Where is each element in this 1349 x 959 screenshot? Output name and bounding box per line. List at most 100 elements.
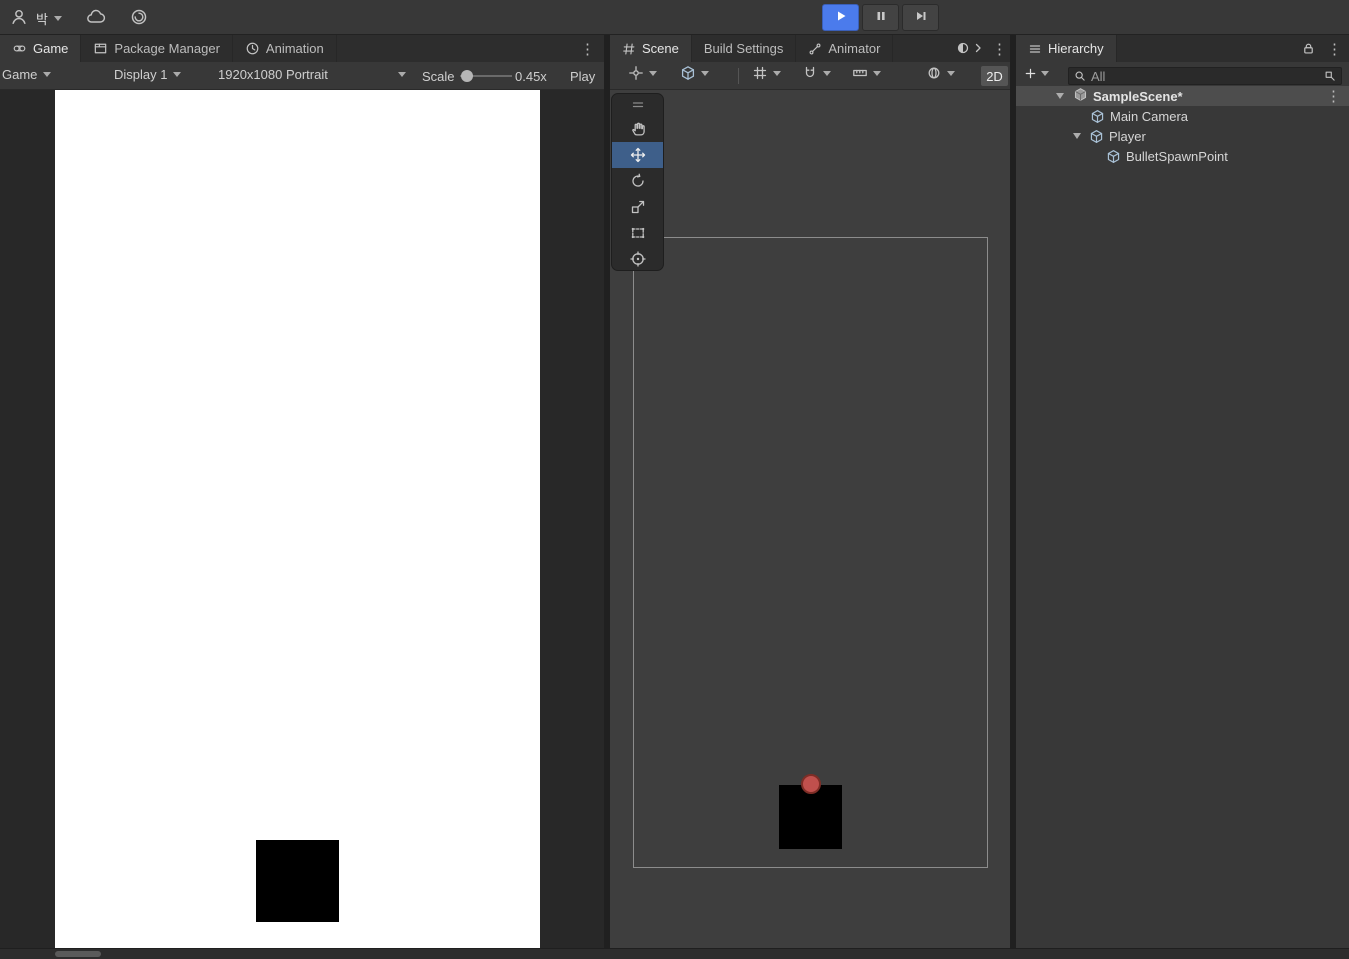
item-label: Main Camera (1110, 108, 1189, 124)
transform-icon (629, 251, 646, 267)
cube-pivot-icon (680, 65, 696, 81)
status-bar (0, 948, 1349, 959)
cloud-services-button[interactable] (82, 4, 110, 30)
tab-build-settings[interactable]: Build Settings (691, 35, 797, 62)
account-button[interactable] (6, 4, 32, 30)
tab-hierarchy[interactable]: Hierarchy (1016, 35, 1117, 62)
hierarchy-tree: SampleScene* ⋮ Main Camera Player Bullet… (1016, 86, 1349, 948)
game-tab-menu-button[interactable]: ⋮ (580, 42, 595, 57)
scene-asset-icon (1073, 87, 1088, 105)
hierarchy-item-bullet-spawn-point[interactable]: BulletSpawnPoint (1016, 146, 1349, 166)
chevron-down-icon (701, 70, 709, 76)
hierarchy-search-field[interactable]: All (1068, 67, 1342, 85)
rotate-tool[interactable] (612, 168, 663, 194)
foldout-icon[interactable] (1056, 93, 1064, 99)
collab-icon (130, 8, 148, 26)
game-view-toolbar: Game Display 1 1920x1080 Portrait Scale … (0, 62, 604, 90)
view-hand-tool[interactable] (612, 116, 663, 142)
scene-item-menu-button[interactable]: ⋮ (1326, 89, 1341, 104)
item-label: BulletSpawnPoint (1126, 148, 1228, 164)
tool-handle-dropdown[interactable] (628, 65, 657, 81)
play-icon (834, 9, 848, 26)
player-square-rendered (256, 840, 339, 922)
scene-view-toolbar: 2D (610, 62, 1010, 90)
move-tool[interactable] (612, 142, 663, 168)
move-icon (630, 147, 646, 163)
hierarchy-tabbar: Hierarchy ⋮ (1016, 35, 1349, 62)
toolbar-separator (738, 68, 739, 84)
game-view-dropdown[interactable]: Game (2, 67, 52, 82)
pause-button[interactable] (862, 4, 899, 31)
tab-label: Scene (642, 41, 679, 56)
gameobject-cube-icon (1106, 149, 1121, 164)
scene-tool-palette (611, 93, 664, 271)
snap-magnet-icon (802, 65, 818, 81)
create-object-button[interactable] (1024, 67, 1049, 80)
tab-scene[interactable]: Scene (610, 35, 692, 62)
chevron-down-icon (649, 70, 657, 76)
chevron-down-icon (173, 72, 182, 77)
gamepad-icon (12, 41, 27, 56)
tab-animation[interactable]: Animation (232, 35, 337, 62)
game-viewport[interactable] (55, 90, 540, 948)
horizontal-scrollbar-thumb[interactable] (55, 951, 101, 957)
grid-visibility-dropdown[interactable] (752, 65, 781, 81)
chevron-down-icon (873, 70, 881, 76)
player-object[interactable] (779, 785, 842, 849)
scene-canvas[interactable] (610, 90, 1010, 948)
collab-button[interactable] (125, 4, 153, 30)
resolution-dropdown[interactable]: 1920x1080 Portrait (218, 67, 406, 82)
gizmo-sphere-icon (926, 65, 942, 81)
profile-dropdown[interactable]: 박 (36, 7, 62, 29)
hierarchy-menu-button[interactable]: ⋮ (1327, 42, 1342, 57)
increment-snap-dropdown[interactable] (852, 65, 881, 81)
pause-icon (874, 9, 888, 26)
play-button[interactable] (822, 4, 859, 31)
search-icon (1074, 70, 1086, 82)
dropdown-label: 1920x1080 Portrait (218, 67, 328, 82)
tab-scroll-button[interactable] (956, 40, 982, 56)
hierarchy-item-main-camera[interactable]: Main Camera (1016, 106, 1349, 126)
foldout-icon[interactable] (1073, 133, 1081, 139)
display-dropdown[interactable]: Display 1 (114, 67, 182, 82)
tab-label: Build Settings (703, 41, 784, 56)
tab-animator[interactable]: Animator (796, 35, 894, 62)
play-focused-toggle[interactable]: Play (570, 69, 595, 84)
dropdown-label: Display 1 (114, 67, 168, 82)
tab-label: Animator (828, 41, 881, 56)
cloud-icon (86, 9, 106, 25)
chevron-down-icon (1041, 71, 1049, 76)
mode-2d-toggle[interactable]: 2D (981, 66, 1008, 86)
hierarchy-item-player[interactable]: Player (1016, 126, 1349, 146)
scale-slider-knob[interactable] (461, 70, 473, 82)
palette-drag-handle[interactable] (612, 94, 663, 116)
tab-label: Animation (265, 41, 324, 56)
pivot-dropdown[interactable] (680, 65, 709, 81)
chevron-down-icon (53, 15, 62, 21)
step-button[interactable] (902, 4, 939, 31)
scale-label: Scale (422, 69, 455, 84)
rect-tool[interactable] (612, 220, 663, 246)
hand-icon (630, 121, 646, 137)
game-panel-tabbar: Game Package Manager Animation ⋮ (0, 35, 604, 62)
picker-icon[interactable] (1324, 70, 1336, 82)
scale-value: 0.45x (515, 69, 547, 84)
bullet-spawn-point-gizmo[interactable] (801, 774, 821, 794)
transform-tool[interactable] (612, 246, 663, 270)
scale-tool[interactable] (612, 194, 663, 220)
axis-gizmo-icon (628, 65, 644, 81)
tab-package-manager[interactable]: Package Manager (81, 35, 233, 62)
lock-button[interactable] (1302, 42, 1315, 55)
person-icon (10, 8, 28, 26)
tab-game[interactable]: Game (0, 35, 82, 62)
hierarchy-item-scene[interactable]: SampleScene* ⋮ (1016, 86, 1349, 106)
snap-settings-dropdown[interactable] (802, 65, 831, 81)
clock-icon (245, 41, 260, 56)
rotate-icon (630, 173, 646, 189)
search-filter-label: All (1091, 68, 1106, 84)
dropdown-label: Game (2, 67, 38, 82)
arrow-right-icon (974, 42, 982, 54)
gizmos-dropdown[interactable] (926, 65, 955, 81)
scene-tab-menu-button[interactable]: ⋮ (992, 42, 1007, 57)
chevron-down-icon (947, 70, 955, 76)
